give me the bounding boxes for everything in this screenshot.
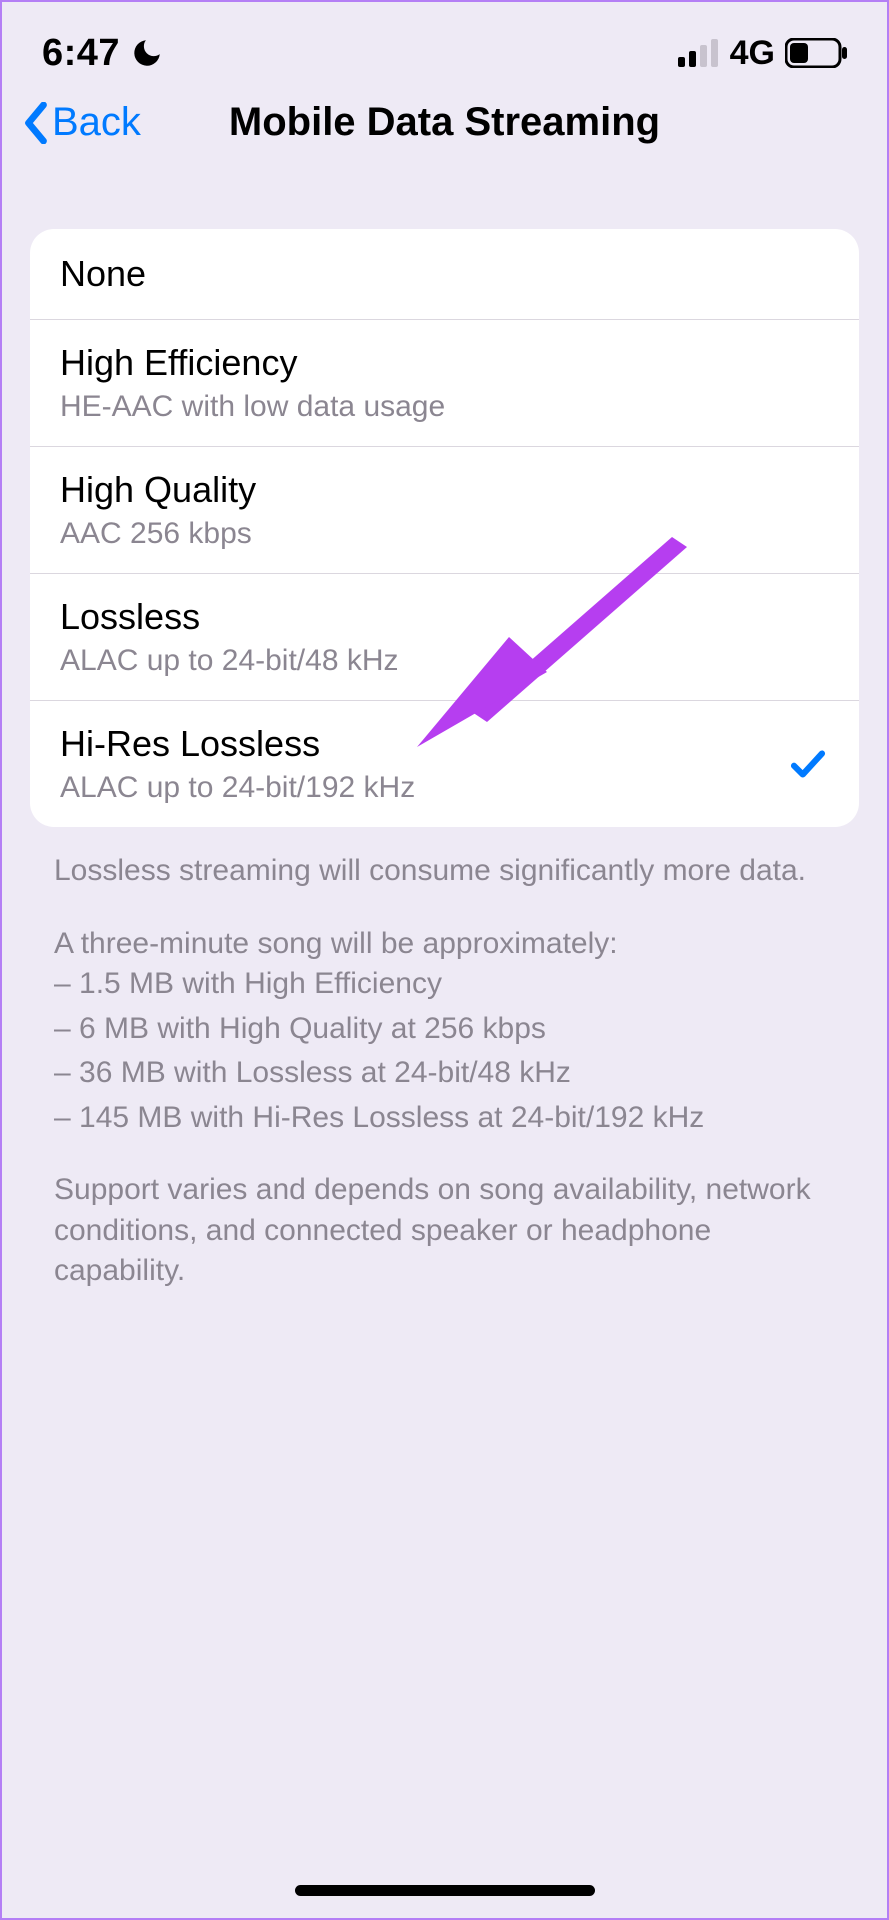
option-high-efficiency[interactable]: High Efficiency HE-AAC with low data usa… xyxy=(30,319,859,446)
footer-line: – 36 MB with Lossless at 24-bit/48 kHz xyxy=(54,1053,835,1094)
option-subtitle: ALAC up to 24-bit/192 kHz xyxy=(60,771,787,805)
footer-info: Lossless streaming will consume signific… xyxy=(54,851,835,1292)
nav-bar: Back Mobile Data Streaming xyxy=(2,82,887,187)
option-high-quality[interactable]: High Quality AAC 256 kbps xyxy=(30,446,859,573)
option-title: Lossless xyxy=(60,596,829,638)
footer-paragraph-1: Lossless streaming will consume signific… xyxy=(54,851,835,892)
option-none[interactable]: None xyxy=(30,229,859,319)
back-button[interactable]: Back xyxy=(22,100,141,145)
option-title: None xyxy=(60,253,829,295)
status-time: 6:47 xyxy=(42,32,120,75)
option-title: High Efficiency xyxy=(60,342,829,384)
status-bar: 6:47 4G xyxy=(2,2,887,82)
footer-line: – 6 MB with High Quality at 256 kbps xyxy=(54,1009,835,1050)
option-subtitle: ALAC up to 24-bit/48 kHz xyxy=(60,644,829,678)
option-subtitle: HE-AAC with low data usage xyxy=(60,390,829,424)
footer-paragraph-3: Support varies and depends on song avail… xyxy=(54,1170,835,1292)
option-title: Hi-Res Lossless xyxy=(60,723,787,765)
option-hi-res-lossless[interactable]: Hi-Res Lossless ALAC up to 24-bit/192 kH… xyxy=(30,700,859,827)
checkmark-icon xyxy=(787,743,829,785)
streaming-options-group: None High Efficiency HE-AAC with low dat… xyxy=(30,229,859,827)
cellular-signal-icon xyxy=(678,39,720,67)
do-not-disturb-icon xyxy=(130,36,164,70)
home-indicator[interactable] xyxy=(295,1885,595,1896)
option-lossless[interactable]: Lossless ALAC up to 24-bit/48 kHz xyxy=(30,573,859,700)
chevron-left-icon xyxy=(22,102,50,144)
option-subtitle: AAC 256 kbps xyxy=(60,517,829,551)
network-label: 4G xyxy=(730,34,775,73)
footer-line: – 1.5 MB with High Efficiency xyxy=(54,964,835,1005)
back-label: Back xyxy=(52,100,141,145)
battery-icon xyxy=(785,38,849,68)
footer-paragraph-2: A three-minute song will be approximatel… xyxy=(54,924,835,1139)
footer-line: – 145 MB with Hi-Res Lossless at 24-bit/… xyxy=(54,1098,835,1139)
option-title: High Quality xyxy=(60,469,829,511)
